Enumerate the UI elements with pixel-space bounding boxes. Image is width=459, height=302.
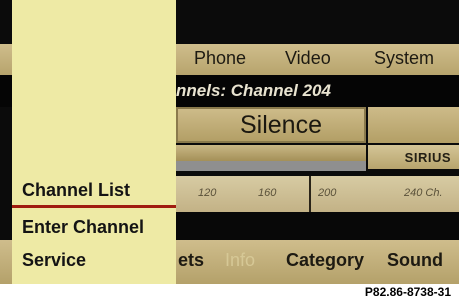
menu-item-service[interactable]: Service bbox=[22, 250, 86, 271]
track-title: Silence bbox=[240, 111, 322, 139]
track-title-box: Silence bbox=[176, 107, 366, 143]
menu-system[interactable]: System bbox=[374, 48, 434, 69]
menu-item-channel-list[interactable]: Channel List bbox=[22, 180, 130, 201]
scale-tick: 240 Ch. bbox=[404, 187, 443, 199]
scale-tick: 120 bbox=[198, 187, 217, 199]
menu-presets[interactable]: ets bbox=[178, 250, 204, 271]
menu-info[interactable]: Info bbox=[225, 250, 255, 271]
sirius-logo: SIRIUS bbox=[368, 145, 459, 169]
menu-sound[interactable]: Sound bbox=[387, 250, 443, 271]
figure-caption: P82.86-8738-31 bbox=[364, 285, 451, 299]
scale-tick: 200 bbox=[318, 187, 337, 199]
sirius-logo-text: SIRIUS bbox=[404, 150, 451, 165]
menu-item-enter-channel[interactable]: Enter Channel bbox=[22, 217, 144, 238]
selection-underline bbox=[12, 205, 176, 208]
scale-gap bbox=[176, 212, 459, 240]
signal-strip bbox=[176, 145, 366, 161]
channel-status-text: nnels: Channel 204 bbox=[176, 81, 331, 100]
divider-band bbox=[176, 161, 366, 171]
tuning-needle bbox=[309, 176, 311, 212]
info-panel bbox=[368, 107, 459, 143]
menu-category[interactable]: Category bbox=[286, 250, 364, 271]
menu-phone[interactable]: Phone bbox=[194, 48, 246, 69]
channel-scale[interactable]: 120 160 200 240 Ch. bbox=[176, 176, 459, 212]
scale-tick: 160 bbox=[258, 187, 277, 199]
side-menu: Channel List Enter Channel Service bbox=[12, 0, 176, 284]
menu-video[interactable]: Video bbox=[285, 48, 331, 69]
radio-screen: Phone Video System nnels: Channel 204 Si… bbox=[0, 0, 459, 284]
